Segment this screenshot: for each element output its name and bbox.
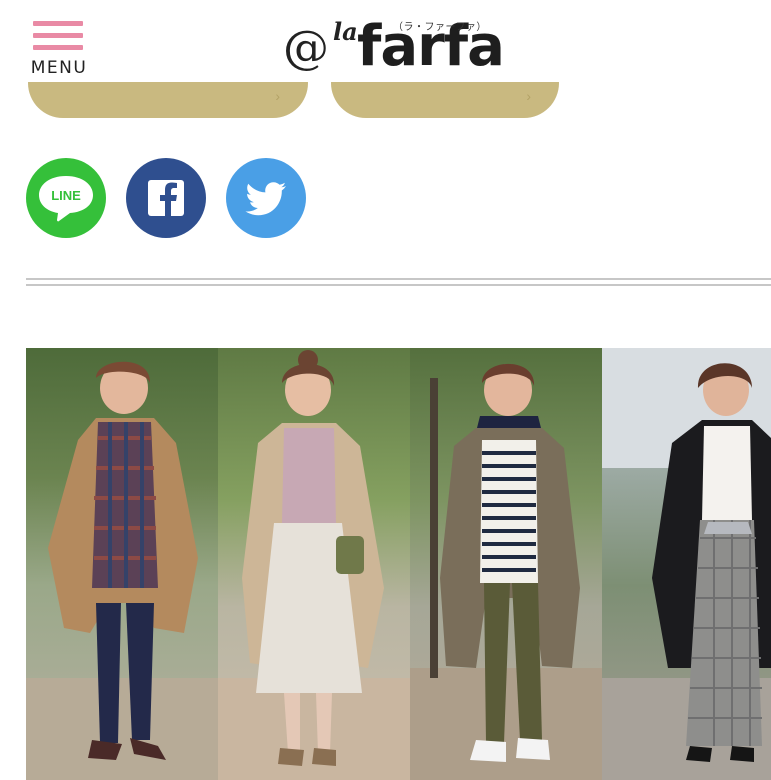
menu-button[interactable]: MENU — [28, 18, 90, 78]
line-label: LINE — [51, 188, 81, 203]
twitter-share-button[interactable] — [226, 158, 306, 238]
hero-photo[interactable] — [26, 348, 771, 780]
facebook-share-button[interactable] — [126, 158, 206, 238]
twitter-icon — [245, 182, 286, 216]
chevron-icon: › — [275, 88, 280, 104]
site-header: MENU @ la farfa （ラ・ファーファ） — [0, 0, 771, 82]
logo-la: la — [333, 17, 358, 46]
logo-reading: （ラ・ファーファ） — [393, 22, 487, 33]
facebook-icon — [148, 180, 184, 216]
outfit-photo-4 — [602, 348, 771, 780]
outfit-photo-2 — [218, 348, 410, 780]
line-share-button[interactable]: LINE — [26, 158, 106, 238]
outfit-photo-1 — [26, 348, 218, 780]
section-divider — [26, 278, 771, 286]
hamburger-icon — [33, 21, 83, 51]
site-logo[interactable]: @ la farfa （ラ・ファーファ） — [283, 12, 543, 78]
logo-at-symbol: @ — [283, 20, 329, 74]
chevron-icon: › — [526, 88, 531, 104]
line-icon: LINE — [39, 176, 93, 222]
menu-label: MENU — [30, 58, 88, 78]
outfit-photo-3 — [410, 348, 602, 780]
